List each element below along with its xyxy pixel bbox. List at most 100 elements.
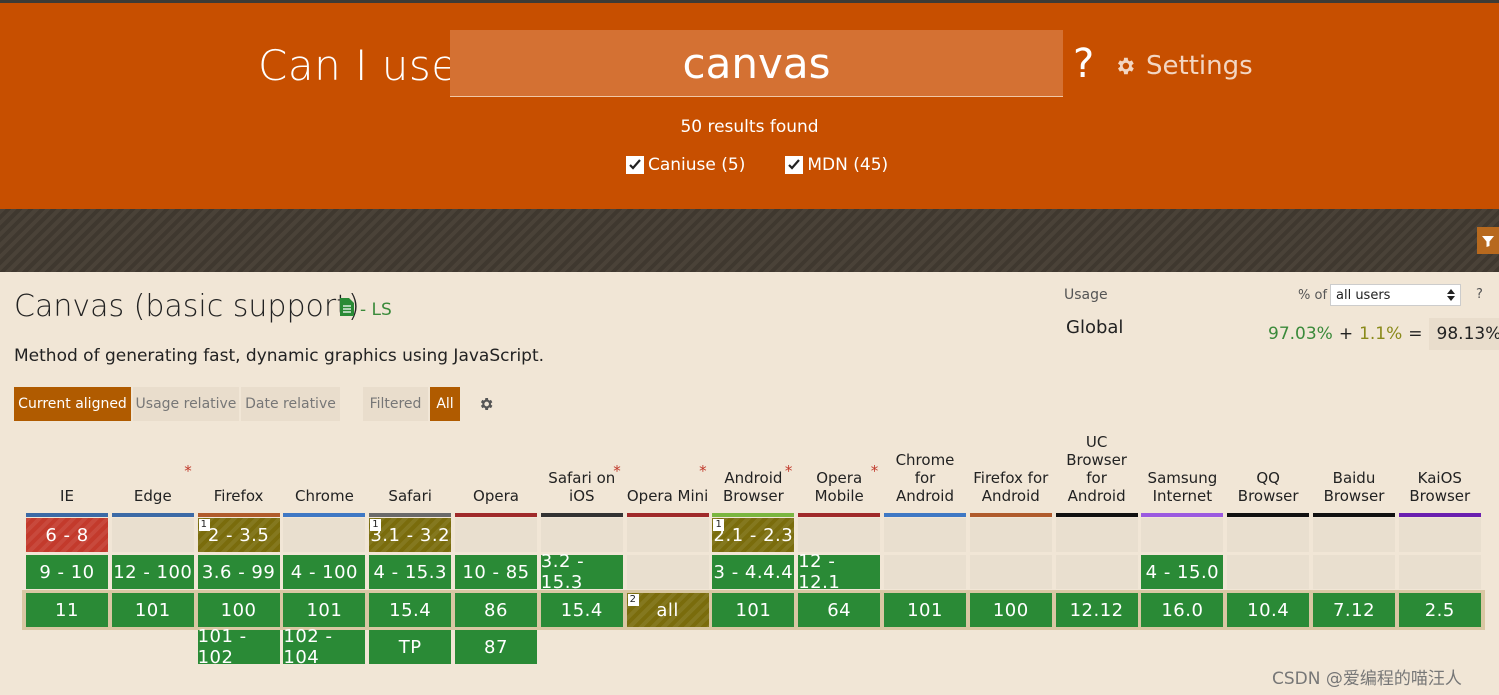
filter-caniuse[interactable]: Caniuse (5) — [626, 155, 745, 175]
support-cell[interactable]: 87 — [455, 630, 537, 664]
support-cell[interactable]: 3.6 - 99 — [197, 555, 280, 589]
support-cell[interactable]: 1 2.1 - 2.3 — [712, 518, 795, 552]
browser-header[interactable]: Chrome — [283, 430, 366, 517]
support-cell[interactable]: 6 - 8 — [26, 518, 108, 552]
browser-header[interactable]: IE — [26, 430, 108, 517]
browser-header[interactable]: Safari — [369, 430, 452, 517]
support-cell[interactable] — [111, 518, 194, 552]
browser-header[interactable]: Edge * — [111, 430, 194, 517]
filter-toggle-button[interactable] — [1477, 227, 1499, 254]
usage-relative-button[interactable]: Usage relative — [133, 387, 239, 421]
browser-header[interactable]: Firefox for Android — [969, 430, 1052, 517]
browser-header[interactable]: Baidu Browser — [1313, 430, 1395, 517]
support-cell[interactable]: 4 - 100 — [283, 555, 366, 589]
support-cell[interactable]: 15.4 — [540, 593, 623, 627]
support-cell[interactable]: 1 3.1 - 3.2 — [369, 518, 452, 552]
browser-header[interactable]: Opera Mobile * — [798, 430, 881, 517]
version-range: TP — [398, 636, 422, 658]
date-relative-button[interactable]: Date relative — [241, 387, 340, 421]
support-cell[interactable]: 12 - 12.1 — [798, 551, 881, 593]
support-cell[interactable] — [1141, 518, 1224, 552]
support-cell[interactable]: 101 — [111, 593, 194, 627]
support-cell[interactable] — [626, 555, 709, 589]
support-cell[interactable] — [1055, 518, 1138, 552]
checkbox-caniuse[interactable] — [626, 156, 644, 174]
users-select[interactable]: all users — [1330, 284, 1461, 306]
support-cell[interactable]: 12 - 3.5 — [197, 518, 280, 552]
checkbox-mdn[interactable] — [785, 156, 804, 174]
support-cell[interactable] — [1055, 555, 1138, 589]
browser-color-bar — [1141, 513, 1224, 517]
browser-header[interactable]: Opera — [455, 430, 537, 517]
support-cell[interactable]: 4 - 15.3 — [369, 555, 452, 589]
version-range: 2.5 — [1424, 599, 1455, 621]
feature-title[interactable]: Canvas (basic support) — [14, 289, 360, 324]
support-cell[interactable]: 7.12 — [1313, 593, 1395, 627]
browser-header[interactable]: KaiOS Browser — [1398, 430, 1481, 517]
support-cell[interactable] — [884, 555, 966, 589]
support-cell[interactable] — [1313, 518, 1395, 552]
support-cell[interactable]: 15.4 — [369, 593, 452, 627]
support-cell[interactable]: 4 - 15.0 — [1141, 555, 1224, 589]
support-cell[interactable]: TP — [369, 630, 452, 664]
support-cell[interactable]: 9 - 10 — [26, 555, 108, 589]
support-cell[interactable]: 3 - 4.4.4 — [712, 555, 795, 589]
support-cell[interactable] — [969, 518, 1052, 552]
support-cell[interactable]: 12.12 — [1055, 593, 1138, 627]
document-icon — [340, 298, 354, 316]
support-cell[interactable]: 10.4 — [1227, 593, 1310, 627]
support-cell[interactable]: 101 - 102 — [197, 626, 280, 668]
support-cell[interactable]: 2.5 — [1398, 593, 1481, 627]
support-cell[interactable] — [1227, 518, 1310, 552]
support-cell[interactable]: 101 — [884, 593, 966, 627]
search-input[interactable] — [450, 30, 1063, 96]
browser-header[interactable]: Android Browser * — [712, 430, 795, 517]
filtered-button[interactable]: Filtered — [363, 387, 428, 421]
support-cell[interactable] — [626, 518, 709, 552]
check-icon — [629, 159, 641, 170]
browser-header[interactable]: Safari on iOS * — [540, 430, 623, 517]
support-cell[interactable] — [1227, 555, 1310, 589]
support-cell[interactable] — [1313, 555, 1395, 589]
support-cell[interactable]: 101 — [712, 593, 795, 627]
browser-header[interactable]: Samsung Internet — [1141, 430, 1224, 517]
browser-header[interactable]: Firefox — [197, 430, 280, 517]
support-cell[interactable] — [884, 518, 966, 552]
support-cell[interactable] — [1398, 555, 1481, 589]
version-range: 3.2 - 15.3 — [540, 551, 585, 593]
support-cell[interactable]: 16.0 — [1141, 593, 1224, 627]
version-range: 100 — [992, 599, 1029, 621]
spec-status[interactable]: - LS — [360, 300, 392, 320]
support-cell[interactable]: 11 — [26, 593, 108, 627]
support-cell[interactable]: 3.2 - 15.3 — [540, 551, 623, 593]
search-box[interactable] — [450, 30, 1063, 97]
usage-heading: Usage — [1064, 287, 1108, 303]
browser-header[interactable]: Chrome for Android — [884, 430, 966, 517]
support-cell[interactable]: 12 - 100 — [111, 555, 194, 589]
support-cell[interactable] — [455, 518, 537, 552]
browser-color-bar — [1055, 513, 1138, 517]
support-cell[interactable]: 100 — [197, 593, 280, 627]
help-link[interactable]: ? — [1073, 41, 1094, 87]
filter-mdn[interactable]: MDN (45) — [785, 155, 888, 175]
support-cell[interactable]: 86 — [455, 593, 537, 627]
support-cell[interactable]: 101 — [283, 593, 366, 627]
support-cell[interactable] — [283, 518, 366, 552]
support-cell[interactable] — [540, 518, 623, 552]
all-button[interactable]: All — [430, 387, 460, 421]
usage-help-link[interactable]: ? — [1476, 287, 1483, 302]
support-cell[interactable]: 102 - 104 — [283, 626, 366, 668]
settings-button[interactable]: Settings — [1114, 51, 1253, 81]
current-aligned-button[interactable]: Current aligned — [14, 387, 131, 421]
support-cell[interactable] — [1398, 518, 1481, 552]
support-cell[interactable] — [969, 555, 1052, 589]
support-cell[interactable]: 2 all — [626, 593, 709, 627]
browser-header[interactable]: UC Browser for Android — [1055, 430, 1138, 517]
table-settings-gear-icon[interactable] — [478, 396, 494, 412]
support-cell[interactable]: 10 - 85 — [455, 555, 537, 589]
support-cell[interactable] — [798, 518, 881, 552]
browser-header[interactable]: QQ Browser — [1227, 430, 1310, 517]
browser-header[interactable]: Opera Mini * — [626, 430, 709, 517]
support-cell[interactable]: 64 — [798, 593, 881, 627]
support-cell[interactable]: 100 — [969, 593, 1052, 627]
